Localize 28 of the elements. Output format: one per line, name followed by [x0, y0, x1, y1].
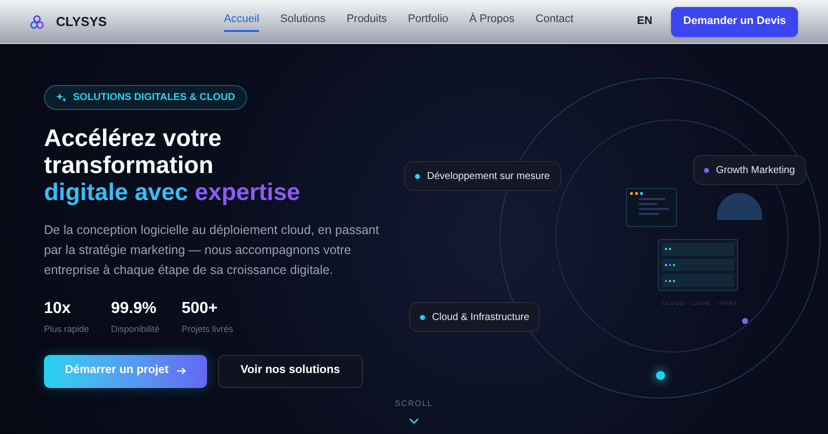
nav-link[interactable]: Portfolio — [408, 10, 448, 32]
stat-value: 99.9% — [111, 299, 158, 319]
nav-link[interactable]: Produits — [346, 10, 387, 32]
stat-value: 500+ — [182, 299, 219, 319]
stat-label: Projets livrés — [182, 323, 234, 336]
cloud-drawing — [717, 193, 762, 220]
language-link[interactable]: EN — [633, 13, 656, 30]
logo-icon — [30, 14, 44, 28]
quote-button[interactable]: Demander un Devis — [671, 6, 798, 36]
hero-description: De la conception logicielle au déploiement cloud, en passant par la stratégie marketing — nous accompagnons votre entreprise à chaque étape de sa croissance digitale. — [44, 222, 380, 279]
hero-title: Accélérez votre transformation digitale avec expertise — [44, 125, 300, 206]
chip-label: Growth Marketing — [716, 164, 795, 178]
stat-label: Plus rapide — [44, 323, 90, 336]
nav-link[interactable]: Solutions — [280, 10, 326, 32]
brand-name: CLYSYS — [56, 12, 107, 31]
nav-link[interactable]: À Propos — [469, 10, 515, 32]
sparkle-icon — [56, 92, 67, 103]
code-window-drawing — [626, 188, 677, 227]
solutions-button[interactable]: Voir nos solutions — [218, 354, 363, 388]
chip-label: Développement sur mesure — [427, 170, 550, 184]
nav-link[interactable]: Contact — [536, 10, 574, 32]
scroll-label: SCROLL — [394, 398, 433, 410]
arrow-right-icon — [176, 367, 186, 375]
stat-label: Disponibilité — [111, 323, 160, 336]
badge-text: SOLUTIONS DIGITALES & CLOUD — [73, 91, 236, 105]
chip-label: Cloud & Infrastructure — [432, 310, 530, 324]
stat-value: 10x — [44, 299, 72, 319]
chevron-down-icon[interactable] — [409, 418, 419, 424]
